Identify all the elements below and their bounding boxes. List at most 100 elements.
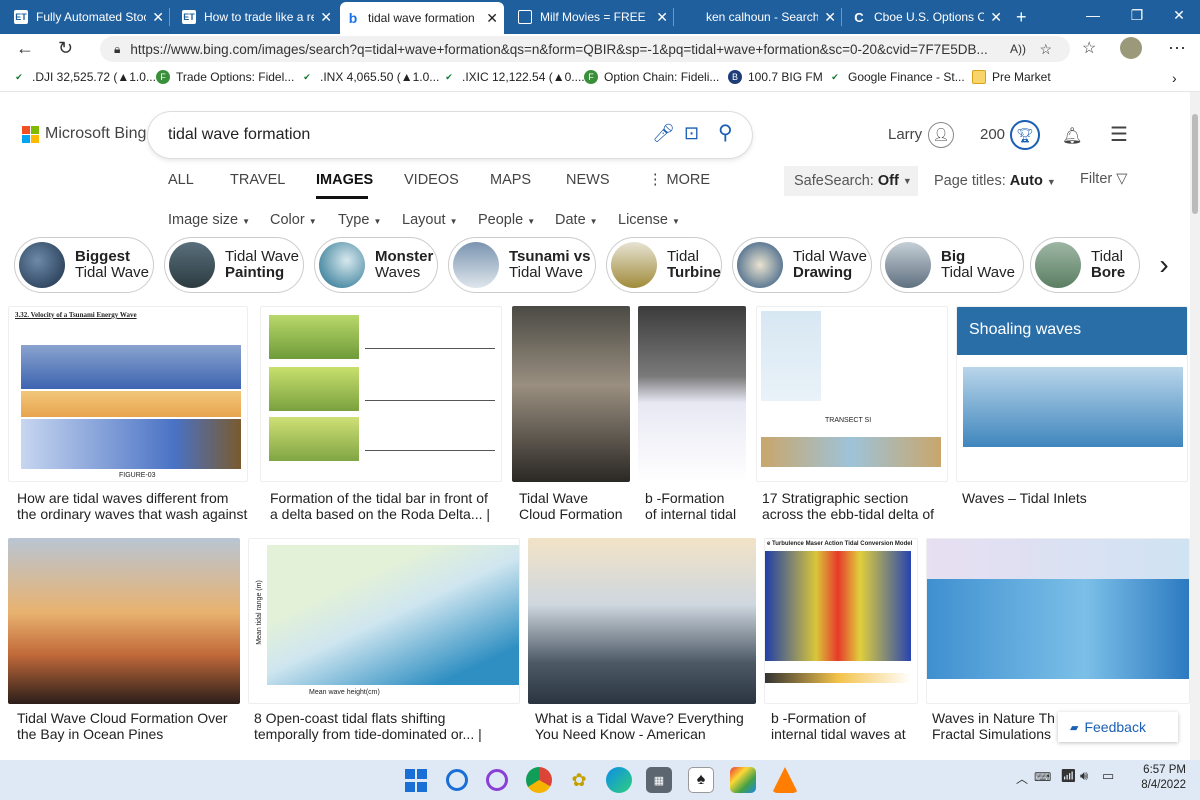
image-caption[interactable]: b -Formation of internal tidal waves at (771, 710, 919, 742)
image-result[interactable] (528, 538, 756, 704)
browser-tab[interactable]: ET How to trade like a re ✕ (176, 4, 338, 30)
related-search-pill[interactable]: Tidal Turbine (606, 237, 722, 293)
related-search-pill[interactable]: Tidal Bore (1030, 237, 1140, 293)
rewards-points[interactable]: 200 (980, 126, 1005, 143)
filter-layout[interactable]: Layout ▼ (402, 212, 458, 228)
tab-more[interactable]: ⋮ MORE (648, 172, 710, 188)
tab-videos[interactable]: VIDEOS (404, 172, 459, 188)
tab-all[interactable]: ALL (168, 172, 194, 188)
image-result[interactable] (638, 306, 746, 482)
image-caption[interactable]: b -Formation of internal tidal (645, 490, 749, 522)
favorite-link[interactable]: ✔ Google Finance - St... (828, 70, 965, 84)
tab-news[interactable]: NEWS (566, 172, 610, 188)
rewards-trophy-icon[interactable]: 🏆︎ (1010, 120, 1040, 150)
filter-button[interactable]: Filter ▽ (1080, 171, 1127, 187)
image-result[interactable]: 3.32. Velocity of a Tsunami Energy Wave … (8, 306, 248, 482)
image-result[interactable] (8, 538, 240, 704)
window-close-icon[interactable]: ✕ (1156, 0, 1200, 30)
edge-icon[interactable] (606, 767, 632, 793)
close-icon[interactable]: ✕ (486, 10, 498, 27)
browser-tab-active[interactable]: b tidal wave formation ✕ (340, 2, 504, 34)
image-caption[interactable]: How are tidal waves different from the or… (17, 490, 253, 522)
search-icon[interactable]: ⚲ (718, 120, 733, 145)
app-icon[interactable]: ♠ (688, 767, 714, 793)
favorites-icon[interactable]: ☆ (1082, 38, 1096, 58)
tab-maps[interactable]: MAPS (490, 172, 531, 188)
favorite-folder[interactable]: Pre Market (972, 70, 1051, 84)
scrollbar-thumb[interactable] (1192, 114, 1198, 214)
filter-date[interactable]: Date ▼ (555, 212, 598, 228)
minimize-icon[interactable]: — (1070, 0, 1116, 30)
related-search-pill[interactable]: Tidal Wave Painting (164, 237, 304, 293)
image-result[interactable] (512, 306, 630, 482)
image-caption[interactable]: Waves in Nature Th Fractal Simulations (932, 710, 1056, 742)
image-caption[interactable]: Tidal Wave Cloud Formation (519, 490, 633, 522)
image-caption[interactable]: What is a Tidal Wave? Everything You Need… (535, 710, 757, 742)
related-search-pill[interactable]: Big Tidal Wave (880, 237, 1024, 293)
profile-avatar[interactable] (1120, 37, 1142, 59)
favorite-link[interactable]: F Option Chain: Fideli... (584, 70, 719, 84)
close-icon[interactable]: ✕ (824, 9, 836, 26)
menu-icon[interactable]: ☰ (1110, 122, 1128, 147)
more-icon[interactable]: ⋯ (1168, 38, 1186, 59)
image-result[interactable]: Shoaling waves (956, 306, 1188, 482)
related-search-pill[interactable]: Tsunami vs Tidal Wave (448, 237, 596, 293)
browser-tab[interactable]: Milf Movies = FREE M ✕ (512, 4, 674, 30)
related-search-pill[interactable]: Biggest Tidal Wave (14, 237, 154, 293)
chevron-right-icon[interactable]: › (1146, 245, 1182, 285)
notification-bell-icon[interactable]: 🔔︎ (1062, 126, 1082, 146)
read-aloud-icon[interactable]: A)) (1010, 42, 1026, 56)
battery-icon[interactable]: ▭ (1102, 768, 1114, 784)
clock[interactable]: 6:57 PM 8/4/2022 (1138, 764, 1186, 791)
favorite-link[interactable]: ✔ .INX 4,065.50 (▲1.0... (300, 70, 439, 84)
image-caption[interactable]: Waves – Tidal Inlets (962, 490, 1186, 506)
back-icon[interactable]: ← (16, 38, 34, 59)
filter-people[interactable]: People ▼ (478, 212, 535, 228)
browser-tab[interactable]: ken calhoun - Search ✕ (680, 4, 842, 30)
image-result[interactable] (260, 306, 502, 482)
browser-tab[interactable]: C Cboe U.S. Options Cu ✕ (846, 4, 1008, 30)
related-search-pill[interactable]: Tidal Wave Drawing (732, 237, 872, 293)
tab-travel[interactable]: TRAVEL (230, 172, 285, 188)
browser-tab[interactable]: ET Fully Automated Stoc ✕ (8, 4, 170, 30)
image-result[interactable] (926, 538, 1190, 704)
cortana-icon[interactable] (486, 769, 508, 791)
new-tab-button[interactable]: + (1010, 4, 1036, 30)
filter-image-size[interactable]: Image size ▼ (168, 212, 250, 228)
filter-type[interactable]: Type ▼ (338, 212, 381, 228)
chevron-up-icon[interactable]: ︿ (1016, 770, 1028, 787)
image-result[interactable]: e Turbulence Maser Action Tidal Conversi… (764, 538, 918, 704)
scrollbar[interactable] (1190, 92, 1200, 760)
safesearch-dropdown[interactable]: SafeSearch: Off ▼ (784, 166, 918, 196)
close-icon[interactable]: ✕ (152, 9, 164, 26)
favorite-link[interactable]: B 100.7 BIG FM (728, 70, 823, 84)
favorite-link[interactable]: F Trade Options: Fidel... (156, 70, 294, 84)
volume-icon[interactable]: 🔊︎ (1080, 768, 1088, 784)
user-name[interactable]: Larry (888, 126, 922, 143)
related-search-pill[interactable]: Monster Waves (314, 237, 438, 293)
favorite-link[interactable]: ✔ .DJI 32,525.72 (▲1.0... (12, 70, 156, 84)
search-circle-icon[interactable] (446, 769, 468, 791)
user-avatar-icon[interactable]: 👤︎ (928, 122, 954, 148)
windows-start-icon[interactable] (404, 768, 428, 792)
close-icon[interactable]: ✕ (656, 9, 668, 26)
paint-icon[interactable] (730, 767, 756, 793)
chevron-right-icon[interactable]: › (1172, 70, 1177, 86)
address-bar[interactable]: 🔒︎ https://www.bing.com/images/search?q=… (100, 36, 1070, 62)
favorite-star-icon[interactable]: ☆ (1039, 41, 1052, 58)
favorite-link[interactable]: ✔ .IXIC 12,122.54 (▲0.... (442, 70, 584, 84)
refresh-icon[interactable]: ↻ (58, 38, 73, 59)
page-titles-dropdown[interactable]: Page titles: Auto ▼ (934, 173, 1056, 189)
close-icon[interactable]: ✕ (320, 9, 332, 26)
image-caption[interactable]: 17 Stratigraphic section across the ebb-t… (762, 490, 946, 522)
image-result[interactable]: TRANSECT SI (756, 306, 948, 482)
calculator-icon[interactable]: ▦ (646, 767, 672, 793)
image-caption[interactable]: Tidal Wave Cloud Formation Over the Bay i… (17, 710, 243, 742)
close-icon[interactable]: ✕ (990, 9, 1002, 26)
image-caption[interactable]: Formation of the tidal bar in front of a … (270, 490, 504, 522)
maximize-icon[interactable]: ❐ (1114, 0, 1160, 30)
feedback-button[interactable]: ▰ Feedback (1058, 712, 1178, 742)
wifi-icon[interactable]: 📶︎ (1060, 768, 1077, 784)
filter-license[interactable]: License ▼ (618, 212, 680, 228)
keyboard-icon[interactable]: ⌨ (1034, 770, 1051, 784)
